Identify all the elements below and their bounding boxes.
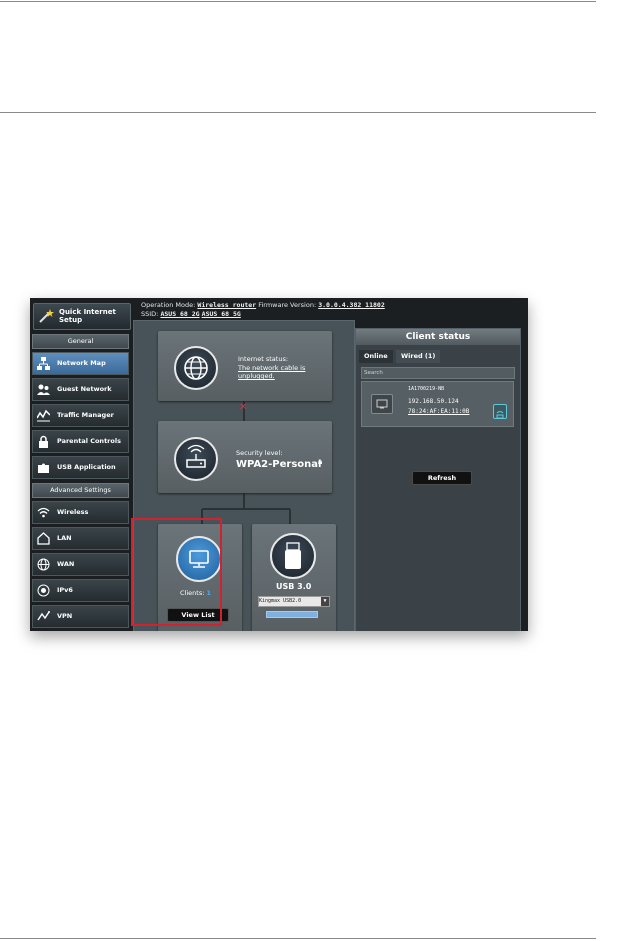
ssid-label: SSID: [141,310,159,318]
sidebar-item-label: LAN [57,534,72,542]
traffic-manager-icon [37,409,50,422]
usb-card[interactable]: USB 3.0 Kingmax USB2.0 ▼ [252,524,336,631]
tab-online[interactable]: Online [359,350,393,363]
internet-status-value[interactable]: The network cable is unplugged. [238,364,318,380]
lock-icon [39,435,48,448]
disconnect-x-icon: ✕ [239,402,248,413]
search-input[interactable]: Search [361,367,515,379]
sidebar-item-label: Network Map [57,359,106,367]
network-map-panel: ✕ Internet status: The network cable is … [131,320,355,631]
wired-connection-icon[interactable] [493,404,507,419]
vpn-icon [37,611,50,621]
security-level-value: WPA2-Personal [236,459,322,470]
router-icon [174,437,218,481]
quick-internet-setup-label: Quick Internet Setup [59,308,116,324]
client-name: 1A1700219-NB [408,386,445,392]
sidebar-item-label: Parental Controls [57,437,121,445]
globe-icon [174,346,218,390]
view-list-highlight-box [131,518,222,626]
sidebar-item-wan[interactable]: WAN [32,553,129,576]
quick-internet-setup-button[interactable]: Quick Internet Setup [33,303,131,330]
device-icon [371,394,393,414]
usb-progress-bar [266,611,318,618]
sidebar-item-label: Wireless [57,508,89,516]
sidebar-item-label: USB Application [57,463,116,471]
internet-status-label: Internet status: [238,355,289,363]
sidebar-item-lan[interactable]: LAN [32,527,129,550]
client-status-panel: Client status Online Wired (1) Search 1A… [355,328,521,631]
sidebar-item-label: WAN [57,560,75,568]
sidebar-item-usb-application[interactable]: USB Application [32,456,129,479]
operation-mode-info: Operation Mode: Wireless router Firmware… [141,301,385,319]
network-map-icon [37,357,50,370]
ipv6-icon [37,584,50,597]
sidebar-item-label: Guest Network [57,385,112,393]
router-ui-screenshot: Quick Internet Setup Operation Mode: Wir… [30,298,528,631]
client-ip: 192.168.50.124 [408,398,459,405]
usb-label: USB 3.0 [276,582,312,591]
usb-drive-icon [270,533,316,579]
advanced-settings-header: Advanced Settings [32,483,129,498]
tab-wired[interactable]: Wired (1) [396,350,441,363]
top-rule-upper [0,1,596,2]
client-mac[interactable]: 78:24:AF:EA:11:0B [408,408,469,415]
firmware-link[interactable]: 3.0.0.4.382_11802 [318,301,385,309]
sidebar-item-parental-controls[interactable]: Parental Controls [32,430,129,453]
general-header: General [32,334,129,349]
bottom-rule [0,938,596,939]
sidebar-item-vpn[interactable]: VPN [32,605,129,628]
wireless-icon [37,507,50,518]
op-mode-link[interactable]: Wireless router [197,301,256,309]
globe-icon [37,558,50,571]
sidebar-item-guest-network[interactable]: Guest Network [32,378,129,401]
chevron-down-icon: ▼ [321,597,329,606]
sidebar-item-ipv6[interactable]: IPv6 [32,579,129,602]
ssid-2g-link[interactable]: ASUS_68_2G [160,310,199,318]
client-status-title: Client status [356,329,520,345]
magic-wand-icon [39,309,54,323]
sidebar-item-network-map[interactable]: Network Map [32,352,129,375]
ssid-5g-link[interactable]: ASUS_68_5G [202,310,241,318]
guest-network-icon [37,384,50,395]
lock-icon: 🔒︎ [318,457,323,466]
op-mode-label: Operation Mode: [141,301,196,309]
client-list-item[interactable]: 1A1700219-NB 192.168.50.124 78:24:AF:EA:… [361,381,514,427]
security-level-label: Security level: [236,449,283,457]
sidebar: General Network Map Guest Network Traffi… [32,334,129,628]
refresh-button[interactable]: Refresh [412,471,472,485]
puzzle-icon [38,463,49,473]
usb-device-select[interactable]: Kingmax USB2.0 ▼ [258,596,330,607]
sidebar-item-label: IPv6 [57,586,73,594]
sidebar-item-traffic-manager[interactable]: Traffic Manager [32,404,129,427]
sidebar-item-label: VPN [57,612,73,620]
home-icon [37,532,50,545]
router-card[interactable]: Security level: WPA2-Personal 🔒︎ [158,421,332,493]
top-rule-lower [0,112,596,113]
usb-device-value: Kingmax USB2.0 [259,598,302,604]
sidebar-item-label: Traffic Manager [57,411,114,419]
sidebar-item-wireless[interactable]: Wireless [32,501,129,524]
firmware-label: Firmware Version: [258,301,317,309]
internet-card[interactable]: Internet status: The network cable is un… [158,331,332,401]
